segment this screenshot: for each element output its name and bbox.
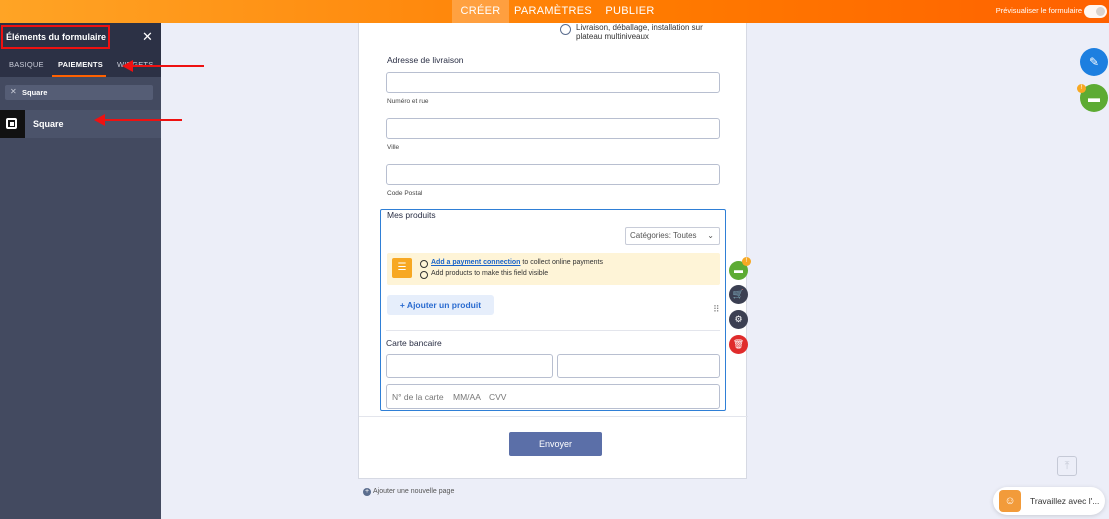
close-icon[interactable]: ✕: [142, 29, 153, 45]
drag-handle-icon[interactable]: ⠿: [713, 304, 720, 315]
trash-icon[interactable]: 🗑: [729, 335, 748, 354]
top-bar: CRÉER PARAMÈTRES PUBLIER Prévisualiser l…: [0, 0, 1109, 23]
tab-create[interactable]: CRÉER: [452, 0, 509, 23]
postal-code-field[interactable]: [386, 164, 720, 185]
card-expiry-placeholder: MM/AA: [453, 392, 481, 402]
warning-line-2: Add products to make this field visible: [431, 270, 549, 277]
add-page-label: Ajouter une nouvelle page: [373, 488, 455, 495]
divider: [386, 330, 720, 331]
paint-brush-icon[interactable]: ✎: [1080, 48, 1108, 76]
gear-icon[interactable]: ⚙: [729, 310, 748, 329]
search-input[interactable]: ✕ Square: [5, 85, 153, 100]
search-value: Square: [22, 88, 48, 97]
warning-line-1-rest: to collect online payments: [520, 259, 603, 266]
plus-icon: +: [363, 488, 371, 496]
main-tabs: CRÉER PARAMÈTRES PUBLIER: [452, 0, 663, 23]
card-number-field[interactable]: N° de la carte MM/AA CVV: [386, 384, 720, 409]
option-label-line2: plateau multiniveaux: [576, 32, 649, 41]
payment-warning: ☰ Add a payment connection to collect on…: [387, 253, 720, 285]
card-title: Carte bancaire: [386, 338, 442, 348]
panel-header: Éléments du formulaire ✕: [0, 23, 161, 53]
city-sublabel: Ville: [387, 144, 400, 151]
form-canvas: Livraison, déballage, installation sur p…: [358, 23, 748, 479]
warning-badge: !: [1077, 84, 1086, 93]
submit-button[interactable]: Envoyer: [509, 432, 602, 456]
payment-connection-link[interactable]: Add a payment connection: [431, 259, 520, 266]
tab-publish[interactable]: PUBLIER: [597, 0, 663, 23]
warning-radio-1: [420, 260, 428, 268]
panel-title: Éléments du formulaire: [1, 25, 110, 49]
assistant-chat-button[interactable]: ☺ Travaillez avec l'...: [993, 487, 1105, 515]
square-element[interactable]: Square: [0, 110, 161, 138]
card-number-placeholder: N° de la carte: [392, 392, 444, 402]
tab-basic[interactable]: BASIQUE: [9, 60, 44, 69]
postal-sublabel: Code Postal: [387, 190, 423, 197]
assistant-avatar: ☺: [999, 490, 1021, 512]
option-label-line1: Livraison, déballage, installation sur: [576, 23, 703, 32]
arrow-up-icon[interactable]: ⤒: [1057, 456, 1077, 476]
street-field[interactable]: [386, 72, 720, 93]
option-radio[interactable]: [560, 24, 571, 35]
active-tab-indicator: [52, 75, 106, 77]
add-product-button[interactable]: + Ajouter un produit: [387, 295, 494, 315]
card-cvv-placeholder: CVV: [489, 392, 507, 402]
preview-toggle[interactable]: [1084, 5, 1107, 18]
square-element-label: Square: [33, 119, 64, 129]
form-elements-panel: Éléments du formulaire ✕ BASIQUE PAIEMEN…: [0, 23, 161, 519]
warning-badge: !: [742, 257, 751, 266]
card-first-name-field[interactable]: [386, 354, 553, 378]
form-separator: [359, 416, 748, 417]
street-sublabel: Numéro et rue: [387, 98, 429, 105]
category-select-value: Catégories: Toutes: [630, 231, 697, 240]
preview-label: Prévisualiser le formulaire: [995, 6, 1082, 15]
clear-search-icon[interactable]: ✕: [10, 87, 17, 96]
warning-radio-2: [420, 271, 428, 279]
category-select[interactable]: Catégories: Toutes ⌄: [625, 227, 720, 245]
square-logo-icon: [0, 110, 25, 138]
tab-payments[interactable]: PAIEMENTS: [58, 60, 103, 69]
city-field[interactable]: [386, 118, 720, 139]
cart-icon[interactable]: 🛒: [729, 285, 748, 304]
address-title: Adresse de livraison: [387, 55, 464, 65]
add-page-link[interactable]: + Ajouter une nouvelle page: [363, 488, 454, 496]
tab-settings[interactable]: PARAMÈTRES: [509, 0, 597, 23]
annotation-arrow: [122, 60, 204, 72]
chevron-down-icon: ⌄: [707, 231, 714, 240]
card-last-name-field[interactable]: [557, 354, 720, 378]
annotation-arrow: [94, 114, 182, 126]
assistant-chat-text: Travaillez avec l'...: [1030, 496, 1100, 506]
checklist-icon: ☰: [392, 258, 412, 278]
warning-line-1: Add a payment connection to collect onli…: [431, 259, 603, 266]
products-title: Mes produits: [387, 210, 436, 220]
